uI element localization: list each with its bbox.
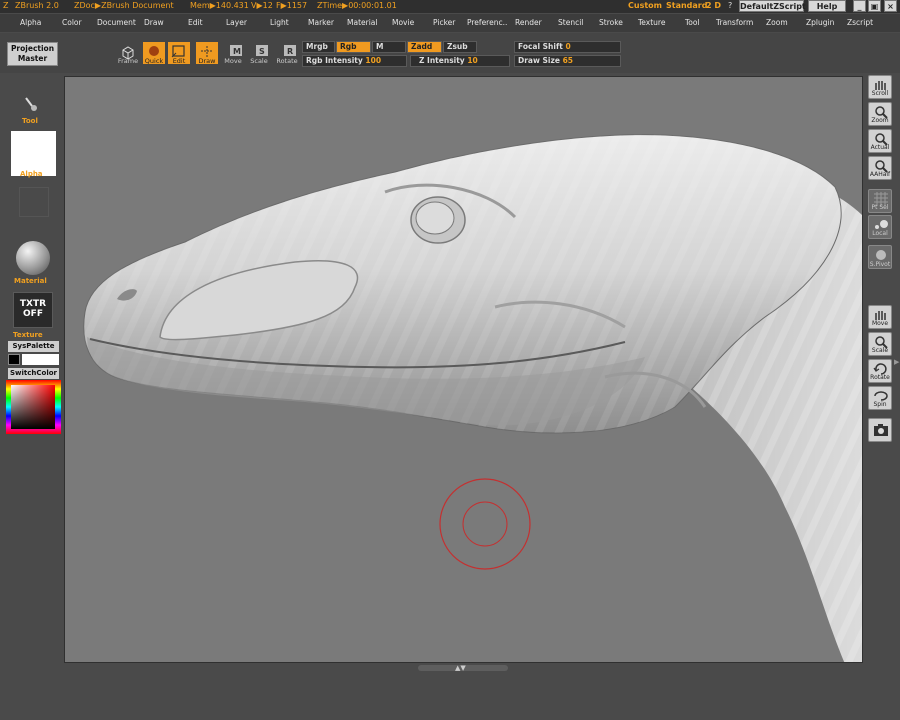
draw-size-value: 65	[562, 56, 574, 65]
local-label: Local	[872, 230, 888, 237]
menu-layer[interactable]: Layer	[226, 18, 247, 27]
document-canvas[interactable]	[64, 76, 863, 663]
minimize-icon[interactable]: _	[853, 0, 866, 12]
title-bar: Z ZBrush 2.0 ZDoc▶ZBrush Document Mem▶14…	[0, 0, 900, 13]
syspalette-button[interactable]: SysPalette	[8, 341, 59, 352]
menu-texture[interactable]: Texture	[638, 18, 665, 27]
texture-palette-label[interactable]: Texture	[13, 331, 43, 339]
menu-zscript[interactable]: Zscript	[847, 18, 873, 27]
layout-2d-button[interactable]: 2 D	[706, 1, 721, 10]
svg-text:S: S	[259, 47, 265, 56]
color-picker[interactable]	[6, 380, 61, 434]
raptor-head-sculpt	[83, 134, 862, 662]
layout-custom-button[interactable]: Custom	[628, 1, 662, 10]
material-palette-label[interactable]: Material	[14, 277, 47, 285]
zadd-toggle[interactable]: Zadd	[407, 41, 442, 53]
focal-shift-slider[interactable]: Focal Shift 0	[514, 41, 621, 53]
menu-material[interactable]: Material	[347, 18, 377, 27]
rotate-label: Rotate	[276, 57, 298, 65]
pivot-icon	[876, 250, 886, 260]
rgb-intensity-label: Rgb Intensity	[306, 56, 363, 65]
menu-render[interactable]: Render	[515, 18, 542, 27]
menu-transform[interactable]: Transform	[716, 18, 753, 27]
move-view-label: Move	[871, 320, 889, 327]
stroke-thumbnail[interactable]	[19, 187, 49, 217]
document-name[interactable]: ZDoc▶ZBrush Document	[74, 1, 174, 10]
m-toggle[interactable]: M	[372, 41, 406, 53]
switchcolor-button[interactable]: SwitchColor	[8, 368, 59, 379]
rgb-intensity-slider[interactable]: Rgb Intensity 100	[302, 55, 407, 67]
actual-label: Actual	[870, 144, 890, 151]
close-icon[interactable]: ×	[884, 0, 897, 12]
menu-alpha[interactable]: Alpha	[20, 18, 41, 27]
draw-size-slider[interactable]: Draw Size 65	[514, 55, 621, 67]
app-title: ZBrush 2.0	[15, 1, 59, 10]
projection-master-button[interactable]: Projection Master	[7, 42, 58, 66]
rgb-intensity-value: 100	[365, 56, 382, 65]
ptsel-label: Pt Sel	[871, 204, 889, 211]
menu-picker[interactable]: Picker	[433, 18, 455, 27]
menu-stencil[interactable]: Stencil	[558, 18, 583, 27]
menu-marker[interactable]: Marker	[308, 18, 334, 27]
color-picker-field[interactable]	[11, 385, 55, 429]
rotate-view-label: Rotate	[870, 374, 890, 381]
menu-draw[interactable]: Draw	[144, 18, 164, 27]
z-intensity-value: 10	[467, 56, 478, 65]
scale-label: Scale	[250, 57, 268, 65]
tool-thumbnail-icon[interactable]	[22, 92, 44, 116]
draw-size-label: Draw Size	[518, 56, 560, 65]
scale-view-label: Scale	[871, 347, 889, 354]
z-intensity-slider[interactable]: Z Intensity 10	[410, 55, 510, 67]
tool-palette-label[interactable]: Tool	[22, 117, 38, 125]
material-sphere[interactable]	[16, 241, 50, 275]
help-button[interactable]: Help	[808, 0, 846, 12]
brush-inner-circle	[462, 501, 508, 547]
mrgb-toggle[interactable]: Mrgb	[302, 41, 335, 53]
menu-tool[interactable]: Tool	[685, 18, 700, 27]
alpha-palette-label[interactable]: Alpha	[20, 170, 43, 178]
main-color-swatch[interactable]	[8, 354, 20, 365]
svg-text:M: M	[233, 47, 241, 56]
z-intensity-label: Z Intensity	[419, 56, 465, 65]
chevron-down-icon[interactable]: ▲▼	[455, 664, 466, 672]
menu-movie[interactable]: Movie	[392, 18, 414, 27]
secondary-color-swatch[interactable]	[22, 354, 59, 365]
menu-zoom[interactable]: Zoom	[766, 18, 788, 27]
ztime-readout: ZTime▶00:00:01.01	[317, 1, 397, 10]
spivot-label: S.Pivot	[869, 261, 891, 268]
edit-label: Edit	[172, 57, 186, 65]
texture-off-button[interactable]: TXTR OFF	[13, 292, 53, 328]
chevron-right-icon[interactable]: ▶	[894, 358, 899, 366]
camera-icon	[874, 424, 888, 436]
menu-stroke[interactable]: Stroke	[599, 18, 623, 27]
memory-readout: Mem▶140.431	[190, 1, 249, 10]
focal-shift-value: 0	[565, 42, 571, 51]
menu-zplugin[interactable]: Zplugin	[806, 18, 834, 27]
svg-text:R: R	[287, 47, 293, 56]
quick-help-button[interactable]: ?	[728, 1, 732, 10]
focal-shift-label: Focal Shift	[518, 42, 563, 51]
menu-color[interactable]: Color	[62, 18, 82, 27]
layout-standard-button[interactable]: Standard	[666, 1, 707, 10]
snapshot-button[interactable]	[868, 418, 892, 442]
menu-edit[interactable]: Edit	[188, 18, 203, 27]
rgb-toggle[interactable]: Rgb	[336, 41, 371, 53]
vertex-readout: V▶12	[251, 1, 273, 10]
menu-document[interactable]: Document	[97, 18, 136, 27]
menu-preferences[interactable]: Preferenc..	[467, 18, 507, 27]
app-logo-icon: Z	[3, 1, 9, 10]
zsub-toggle[interactable]: Zsub	[443, 41, 477, 53]
zoom-label: Zoom	[871, 117, 889, 124]
spin-label: Spin	[873, 401, 887, 408]
brush-outer-circle	[439, 478, 531, 570]
menu-light[interactable]: Light	[270, 18, 289, 27]
default-zscript-button[interactable]: DefaultZScript	[739, 0, 806, 12]
aahalf-label: AAHalf	[869, 171, 891, 178]
menu-bar: Alpha Color Document Draw Edit Layer Lig…	[0, 14, 900, 32]
face-readout: F▶1157	[276, 1, 308, 10]
scroll-label: Scroll	[871, 90, 889, 97]
restore-icon[interactable]: ▣	[868, 0, 881, 12]
